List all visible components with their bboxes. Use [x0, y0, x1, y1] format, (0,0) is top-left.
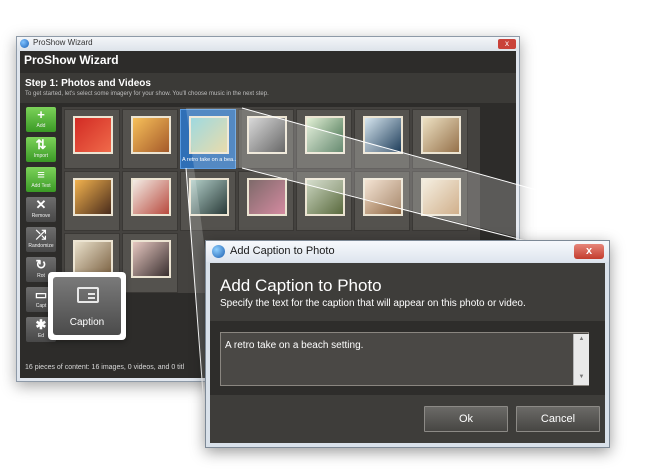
textarea-scrollbar[interactable]: ▲ ▼	[573, 334, 589, 385]
cancel-button[interactable]: Cancel	[516, 406, 600, 432]
caption-callout: Caption	[48, 272, 126, 340]
ok-button[interactable]: Ok	[424, 406, 508, 432]
app-icon	[212, 245, 225, 258]
dialog-body: Add Caption to Photo Specify the text fo…	[210, 263, 605, 443]
dialog-close-button[interactable]: x	[574, 244, 604, 259]
dialog-heading: Add Caption to Photo	[220, 276, 382, 295]
dialog-description: Specify the text for the caption that wi…	[220, 298, 526, 309]
caption-callout-button[interactable]: Caption	[53, 277, 121, 335]
scroll-up-icon[interactable]: ▲	[574, 336, 589, 342]
dialog-titlebar-text: Add Caption to Photo	[230, 245, 335, 257]
caption-text-value[interactable]: A retro take on a beach setting.	[225, 340, 363, 351]
caption-icon	[77, 287, 99, 303]
scroll-down-icon[interactable]: ▼	[574, 374, 589, 380]
caption-textarea[interactable]: A retro take on a beach setting. ▲ ▼	[220, 332, 589, 386]
dialog-header: Add Caption to Photo Specify the text fo…	[210, 263, 605, 321]
dialog-titlebar: Add Caption to Photo x	[206, 241, 609, 262]
add-caption-dialog: Add Caption to Photo x Add Caption to Ph…	[205, 240, 610, 448]
beam-upper	[242, 108, 616, 262]
dialog-footer: Ok Cancel	[210, 395, 605, 443]
caption-callout-label: Caption	[69, 317, 105, 328]
